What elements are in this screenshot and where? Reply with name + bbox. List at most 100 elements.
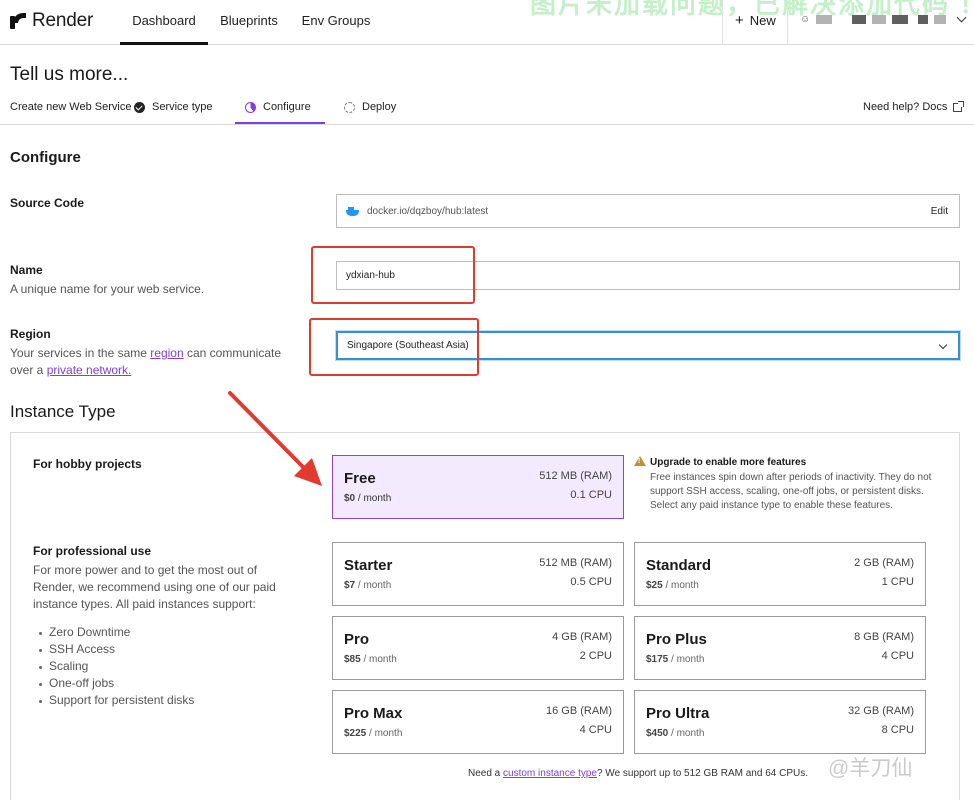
card-price: $85 / month bbox=[344, 654, 397, 665]
card-ram: 2 GB (RAM) bbox=[854, 557, 914, 569]
edit-source-button[interactable]: Edit bbox=[931, 206, 948, 217]
user-icon: ☺ bbox=[800, 14, 811, 25]
professional-label: For professional use bbox=[33, 544, 152, 558]
instance-card-pro-max[interactable]: Pro Max $225 / month 16 GB (RAM) 4 CPU bbox=[332, 690, 624, 754]
professional-description: For more power and to get the most out o… bbox=[33, 563, 276, 611]
upgrade-title: Upgrade to enable more features bbox=[650, 457, 807, 468]
card-ram: 512 MB (RAM) bbox=[539, 470, 612, 482]
instance-card-standard[interactable]: Standard $25 / month 2 GB (RAM) 1 CPU bbox=[634, 542, 926, 606]
nav-divider bbox=[722, 0, 723, 45]
watermark: @羊刀仙 bbox=[828, 757, 913, 780]
tab-blueprints[interactable]: Blueprints bbox=[213, 0, 285, 45]
card-name: Standard bbox=[646, 557, 712, 574]
card-cpu: 0.5 CPU bbox=[570, 576, 612, 588]
card-cpu: 4 CPU bbox=[579, 724, 612, 736]
tab-dashboard[interactable]: Dashboard bbox=[120, 0, 208, 45]
card-name: Pro Plus bbox=[646, 631, 707, 648]
redacted-block bbox=[816, 15, 833, 24]
instance-card-starter[interactable]: Starter $7 / month 512 MB (RAM) 0.5 CPU bbox=[332, 542, 624, 606]
source-code-value: docker.io/dqzboy/hub:latest bbox=[367, 205, 489, 217]
card-name: Starter bbox=[344, 557, 393, 574]
card-price: $0 / month bbox=[344, 493, 392, 504]
card-cpu: 4 CPU bbox=[881, 650, 914, 662]
step-configure[interactable]: Configure bbox=[245, 101, 311, 113]
list-item: Zero Downtime bbox=[38, 624, 194, 641]
card-price: $7 / month bbox=[344, 580, 392, 591]
card-cpu: 8 CPU bbox=[881, 724, 914, 736]
card-name: Free bbox=[344, 470, 376, 487]
help-docs-link[interactable]: Need help? Docs bbox=[863, 100, 965, 113]
region-link[interactable]: region bbox=[150, 346, 183, 360]
card-price: $225 / month bbox=[344, 728, 403, 739]
card-cpu: 0.1 CPU bbox=[570, 489, 612, 501]
list-item: One-off jobs bbox=[38, 675, 194, 692]
redacted-block bbox=[918, 15, 929, 24]
card-price: $25 / month bbox=[646, 580, 699, 591]
instance-type-title: Instance Type bbox=[10, 402, 116, 421]
card-price: $175 / month bbox=[646, 654, 705, 665]
active-step-indicator bbox=[235, 122, 325, 124]
render-logo[interactable]: Render bbox=[10, 10, 93, 32]
new-button[interactable]: + New bbox=[735, 13, 776, 28]
custom-instance-note: Need a custom instance type? We support … bbox=[468, 768, 808, 779]
tab-env-groups[interactable]: Env Groups bbox=[300, 0, 372, 45]
nav-divider bbox=[787, 0, 788, 45]
create-web-service-label: Create new Web Service bbox=[10, 101, 132, 113]
upgrade-description: Free instances spin down after periods o… bbox=[650, 472, 932, 511]
list-item: Scaling bbox=[38, 658, 194, 675]
footnote-text: ? We support up to 512 GB RAM and 64 CPU… bbox=[596, 768, 809, 779]
step-label: Service type bbox=[152, 101, 213, 113]
private-network-link[interactable]: private network. bbox=[47, 363, 132, 377]
annotation-box bbox=[311, 246, 475, 304]
progress-circle-icon bbox=[245, 101, 256, 113]
wizard-steps: Create new Web Service Service type Conf… bbox=[0, 92, 974, 125]
logo-text: Render bbox=[32, 10, 94, 31]
instance-card-pro[interactable]: Pro $85 / month 4 GB (RAM) 2 CPU bbox=[332, 616, 624, 680]
step-label: Configure bbox=[263, 101, 311, 113]
new-label: New bbox=[749, 13, 776, 28]
docker-icon bbox=[346, 206, 359, 216]
name-label: Name bbox=[10, 263, 43, 277]
card-ram: 512 MB (RAM) bbox=[539, 557, 612, 569]
chevron-down-icon bbox=[956, 12, 967, 23]
card-price: $450 / month bbox=[646, 728, 705, 739]
redacted-block bbox=[892, 15, 909, 24]
top-nav: Render Dashboard Blueprints Env Groups 图… bbox=[0, 0, 974, 45]
instance-card-pro-ultra[interactable]: Pro Ultra $450 / month 32 GB (RAM) 8 CPU bbox=[634, 690, 926, 754]
card-cpu: 1 CPU bbox=[881, 576, 914, 588]
check-circle-icon bbox=[134, 101, 145, 113]
step-label: Deploy bbox=[362, 101, 397, 113]
chevron-down-icon bbox=[938, 340, 948, 350]
external-link-icon bbox=[953, 100, 965, 112]
card-name: Pro Ultra bbox=[646, 705, 710, 722]
list-item: SSH Access bbox=[38, 641, 194, 658]
region-help: Your services in the same region can com… bbox=[10, 345, 300, 379]
source-code-label: Source Code bbox=[10, 196, 85, 210]
step-deploy[interactable]: Deploy bbox=[344, 101, 396, 113]
source-code-field: docker.io/dqzboy/hub:latest Edit bbox=[336, 194, 960, 228]
card-name: Pro Max bbox=[344, 705, 403, 722]
card-name: Pro bbox=[344, 631, 370, 648]
account-menu[interactable]: ☺ bbox=[800, 12, 967, 25]
help-label: Need help? Docs bbox=[863, 101, 948, 113]
card-ram: 4 GB (RAM) bbox=[552, 631, 612, 643]
card-cpu: 2 CPU bbox=[579, 650, 612, 662]
region-help-text: Your services in the same bbox=[10, 346, 151, 360]
region-label: Region bbox=[10, 327, 51, 341]
name-help: A unique name for your web service. bbox=[10, 282, 205, 296]
step-service-type[interactable]: Service type bbox=[134, 101, 213, 113]
plus-icon: + bbox=[735, 12, 744, 29]
configure-title: Configure bbox=[10, 149, 81, 166]
list-item: Support for persistent disks bbox=[38, 693, 195, 707]
redacted-block bbox=[934, 15, 947, 24]
custom-instance-link[interactable]: custom instance type bbox=[503, 768, 597, 779]
card-ram: 16 GB (RAM) bbox=[545, 705, 612, 717]
redacted-block bbox=[872, 15, 887, 24]
dashed-circle-icon bbox=[344, 101, 355, 113]
page-title: Tell us more... bbox=[10, 64, 129, 85]
instance-card-free[interactable]: Free $0 / month 512 MB (RAM) 0.1 CPU bbox=[332, 455, 624, 519]
hobby-label: For hobby projects bbox=[33, 457, 142, 471]
redacted-block bbox=[852, 15, 867, 24]
instance-card-pro-plus[interactable]: Pro Plus $175 / month 8 GB (RAM) 4 CPU bbox=[634, 616, 926, 680]
feature-list: Zero Downtime SSH Access Scaling One-off… bbox=[38, 624, 195, 709]
